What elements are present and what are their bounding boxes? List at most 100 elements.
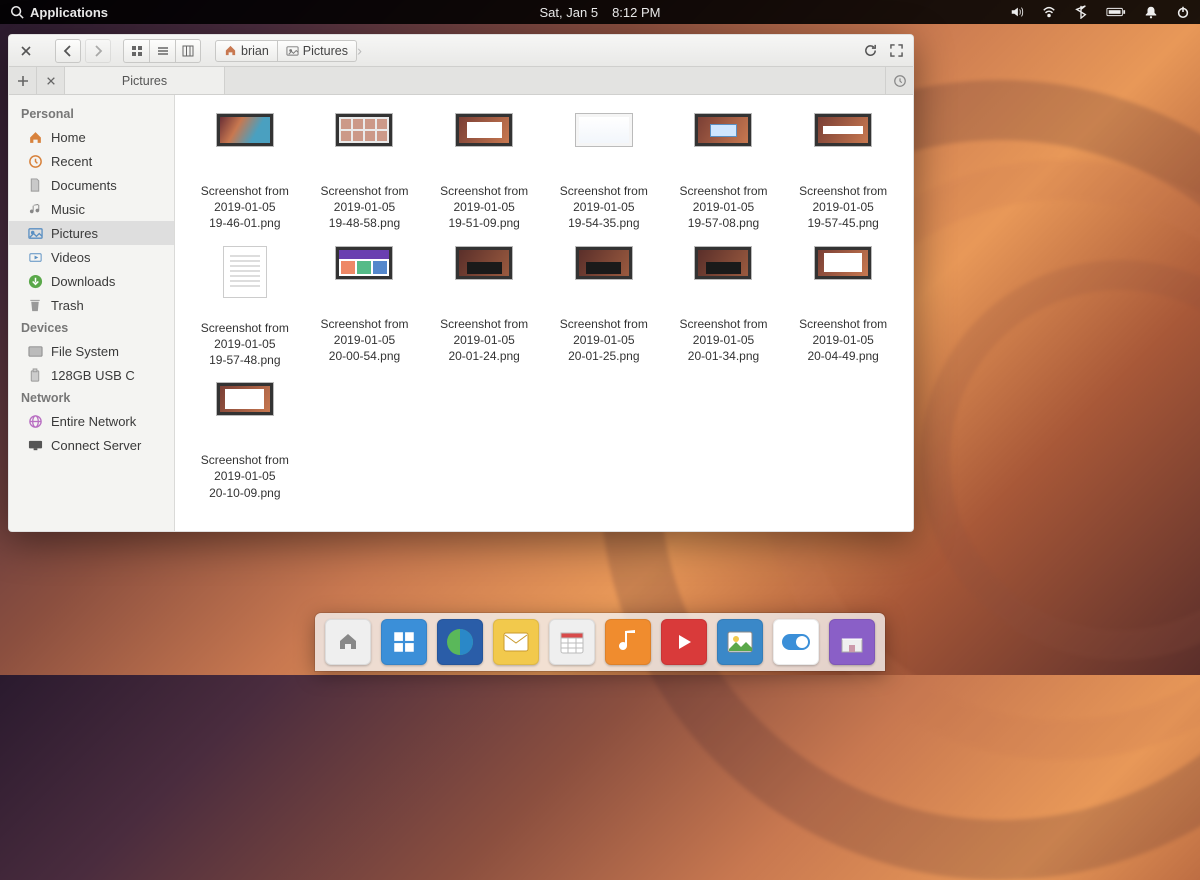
sidebar-item-recent[interactable]: Recent [9, 149, 174, 173]
browser-icon[interactable] [437, 619, 483, 665]
mail-icon[interactable] [493, 619, 539, 665]
file-manager-window: brian › Pictures › Pictures [8, 34, 914, 532]
sidebar-item-home[interactable]: Home [9, 125, 174, 149]
video-icon[interactable] [661, 619, 707, 665]
sidebar-item-entire-network[interactable]: Entire Network [9, 409, 174, 433]
breadcrumb: brian › Pictures › [215, 40, 357, 62]
back-button[interactable] [55, 39, 81, 63]
sidebar-item-documents[interactable]: Documents [9, 173, 174, 197]
sidebar-item-videos[interactable]: Videos [9, 245, 174, 269]
files-icon[interactable] [325, 619, 371, 665]
file-name: Screenshot from 2019-01-05 19-46-01.png [201, 183, 289, 232]
top-bar: Applications Sat, Jan 5 8:12 PM [0, 0, 1200, 24]
sidebar-item-label: File System [51, 344, 119, 359]
file-item[interactable]: Screenshot from 2019-01-05 19-48-58.png [307, 113, 423, 232]
battery-icon[interactable] [1106, 5, 1126, 19]
wifi-icon[interactable] [1042, 5, 1056, 19]
pictures-icon [286, 44, 299, 57]
sidebar-item-icon [27, 273, 43, 289]
dock [315, 613, 885, 671]
file-name: Screenshot from 2019-01-05 19-48-58.png [320, 183, 408, 232]
power-icon[interactable] [1176, 5, 1190, 19]
sidebar-item-icon [27, 249, 43, 265]
view-mode-group [123, 39, 201, 63]
file-item[interactable]: Screenshot from 2019-01-05 19-57-08.png [666, 113, 782, 232]
search-icon [10, 5, 24, 19]
sidebar-item-label: Trash [51, 298, 84, 313]
sidebar-item-label: Entire Network [51, 414, 136, 429]
icon-view-button[interactable] [123, 39, 149, 63]
file-item[interactable]: Screenshot from 2019-01-05 19-51-09.png [426, 113, 542, 232]
volume-icon[interactable] [1010, 5, 1024, 19]
reload-button[interactable] [859, 39, 881, 63]
file-name: Screenshot from 2019-01-05 19-57-48.png [201, 320, 289, 369]
breadcrumb-pictures[interactable]: Pictures › [278, 40, 357, 62]
sidebar-item-128gb-usb-c[interactable]: 128GB USB C [9, 363, 174, 387]
file-item[interactable]: Screenshot from 2019-01-05 20-01-25.png [546, 246, 662, 369]
list-view-button[interactable] [149, 39, 175, 63]
forward-button[interactable] [85, 39, 111, 63]
sidebar-item-icon [27, 413, 43, 429]
chevron-right-icon: › [357, 42, 362, 59]
sidebar-item-downloads[interactable]: Downloads [9, 269, 174, 293]
photos-icon[interactable] [717, 619, 763, 665]
file-name: Screenshot from 2019-01-05 20-01-25.png [560, 316, 648, 365]
toolbar: brian › Pictures › [9, 35, 913, 67]
file-item[interactable]: Screenshot from 2019-01-05 19-54-35.png [546, 113, 662, 232]
bluetooth-icon[interactable] [1074, 5, 1088, 19]
file-name: Screenshot from 2019-01-05 19-57-08.png [679, 183, 767, 232]
sidebar-item-music[interactable]: Music [9, 197, 174, 221]
settings-icon[interactable] [773, 619, 819, 665]
tab-pictures[interactable]: Pictures [65, 67, 225, 94]
sidebar-item-icon [27, 153, 43, 169]
sidebar-item-label: Documents [51, 178, 117, 193]
close-tab-button[interactable] [37, 67, 65, 94]
sidebar-item-label: Connect Server [51, 438, 141, 453]
breadcrumb-home[interactable]: brian › [215, 40, 278, 62]
applications-label: Applications [30, 5, 108, 20]
file-item[interactable]: Screenshot from 2019-01-05 19-57-45.png [785, 113, 901, 232]
sidebar-item-icon [27, 129, 43, 145]
sidebar-item-icon [27, 367, 43, 383]
file-name: Screenshot from 2019-01-05 20-00-54.png [320, 316, 408, 365]
sidebar-item-file-system[interactable]: File System [9, 339, 174, 363]
sidebar-item-label: Recent [51, 154, 92, 169]
sidebar-heading: Devices [9, 317, 174, 339]
file-item[interactable]: Screenshot from 2019-01-05 20-01-24.png [426, 246, 542, 369]
sidebar-item-label: Music [51, 202, 85, 217]
file-grid: Screenshot from 2019-01-05 19-46-01.png S… [175, 95, 913, 531]
file-name: Screenshot from 2019-01-05 19-54-35.png [560, 183, 648, 232]
sidebar-item-trash[interactable]: Trash [9, 293, 174, 317]
sidebar-item-pictures[interactable]: Pictures [9, 221, 174, 245]
clock-date[interactable]: Sat, Jan 5 [540, 5, 599, 20]
appcenter-icon[interactable] [829, 619, 875, 665]
close-button[interactable] [15, 39, 37, 63]
column-view-button[interactable] [175, 39, 201, 63]
file-name: Screenshot from 2019-01-05 19-51-09.png [440, 183, 528, 232]
file-item[interactable]: Screenshot from 2019-01-05 19-57-48.png [187, 246, 303, 369]
file-item[interactable]: Screenshot from 2019-01-05 20-00-54.png [307, 246, 423, 369]
notifications-icon[interactable] [1144, 5, 1158, 19]
sidebar-item-icon [27, 177, 43, 193]
sidebar-item-label: Videos [51, 250, 91, 265]
sidebar-heading: Network [9, 387, 174, 409]
history-button[interactable] [885, 67, 913, 94]
applications-menu[interactable]: Applications [10, 5, 108, 20]
workspace-icon[interactable] [381, 619, 427, 665]
music-icon[interactable] [605, 619, 651, 665]
sidebar-item-label: Pictures [51, 226, 98, 241]
tab-bar: Pictures [9, 67, 913, 95]
sidebar-item-connect-server[interactable]: Connect Server [9, 433, 174, 457]
sidebar-item-label: Downloads [51, 274, 115, 289]
calendar-icon[interactable] [549, 619, 595, 665]
new-tab-button[interactable] [9, 67, 37, 94]
file-item[interactable]: Screenshot from 2019-01-05 20-01-34.png [666, 246, 782, 369]
maximize-button[interactable] [885, 39, 907, 63]
file-item[interactable]: Screenshot from 2019-01-05 20-10-09.png [187, 382, 303, 501]
sidebar-item-icon [27, 201, 43, 217]
file-item[interactable]: Screenshot from 2019-01-05 19-46-01.png [187, 113, 303, 232]
file-name: Screenshot from 2019-01-05 20-01-34.png [679, 316, 767, 365]
file-name: Screenshot from 2019-01-05 19-57-45.png [799, 183, 887, 232]
clock-time[interactable]: 8:12 PM [612, 5, 660, 20]
file-item[interactable]: Screenshot from 2019-01-05 20-04-49.png [785, 246, 901, 369]
